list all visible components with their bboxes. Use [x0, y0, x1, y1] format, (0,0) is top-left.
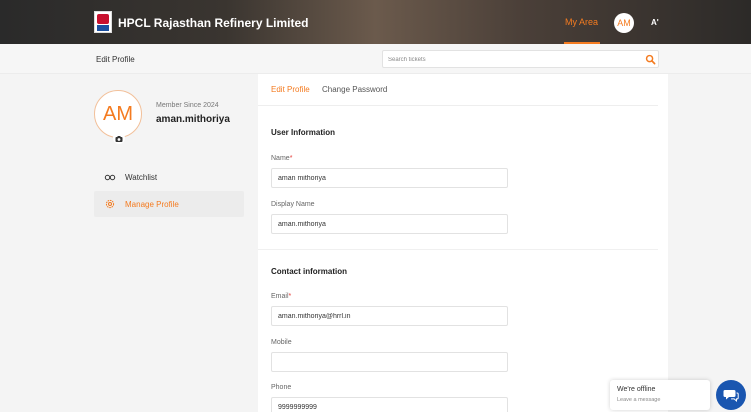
profile-sidebar: AM Member Since 2024 aman.mithoriya Watc… [0, 74, 258, 412]
glasses-icon [104, 174, 116, 181]
mobile-label: Mobile [271, 339, 292, 346]
profile-tabs: Edit Profile Change Password [258, 74, 658, 106]
chat-leave-message[interactable]: Leave a message [617, 397, 660, 403]
font-size-button[interactable]: A' [651, 18, 659, 27]
profile-form-panel: Edit Profile Change Password User Inform… [258, 74, 668, 412]
page-title: Edit Profile [96, 55, 135, 64]
member-since: Member Since 2024 [156, 102, 219, 109]
name-label: Name* [271, 155, 293, 162]
sidebar-item-label: Watchlist [125, 173, 158, 182]
tab-edit-profile[interactable]: Edit Profile [271, 85, 310, 94]
gear-icon [105, 199, 115, 209]
right-gutter [668, 74, 751, 412]
phone-field[interactable] [271, 397, 508, 412]
sidebar-item-manage-profile[interactable]: Manage Profile [94, 191, 244, 217]
search-icon[interactable] [645, 54, 656, 65]
phone-label: Phone [271, 384, 292, 391]
search-box [382, 50, 659, 68]
profile-avatar: AM [94, 90, 142, 138]
sidebar-item-watchlist[interactable]: Watchlist [94, 164, 244, 190]
display-name-label: Display Name [271, 201, 315, 208]
company-logo[interactable] [94, 11, 112, 33]
name-field[interactable] [271, 168, 508, 188]
user-information-heading: User Information [271, 128, 336, 137]
chat-offline-box[interactable]: We're offline Leave a message [610, 380, 710, 410]
mobile-field[interactable] [271, 352, 508, 372]
sidebar-item-label: Manage Profile [125, 200, 179, 209]
email-field[interactable] [271, 306, 508, 326]
user-avatar[interactable]: AM [614, 13, 634, 33]
contact-information-heading: Contact information [271, 267, 347, 276]
chat-launcher-button[interactable] [716, 380, 746, 410]
chat-bubble-icon [723, 390, 739, 402]
required-marker: * [288, 293, 292, 300]
search-input[interactable] [388, 55, 628, 65]
required-marker: * [289, 155, 293, 162]
sub-header: Edit Profile [0, 44, 751, 74]
camera-icon[interactable] [113, 132, 125, 144]
section-divider [258, 249, 658, 250]
chat-status-title: We're offline [617, 386, 656, 393]
top-header: HPCL Rajasthan Refinery Limited My Area … [0, 0, 751, 44]
my-area-link[interactable]: My Area [565, 17, 598, 27]
tab-change-password[interactable]: Change Password [322, 85, 387, 94]
profile-username: aman.mithoriya [156, 114, 230, 125]
display-name-field[interactable] [271, 214, 508, 234]
brand-name[interactable]: HPCL Rajasthan Refinery Limited [118, 16, 309, 30]
email-label: Email* [271, 293, 292, 300]
